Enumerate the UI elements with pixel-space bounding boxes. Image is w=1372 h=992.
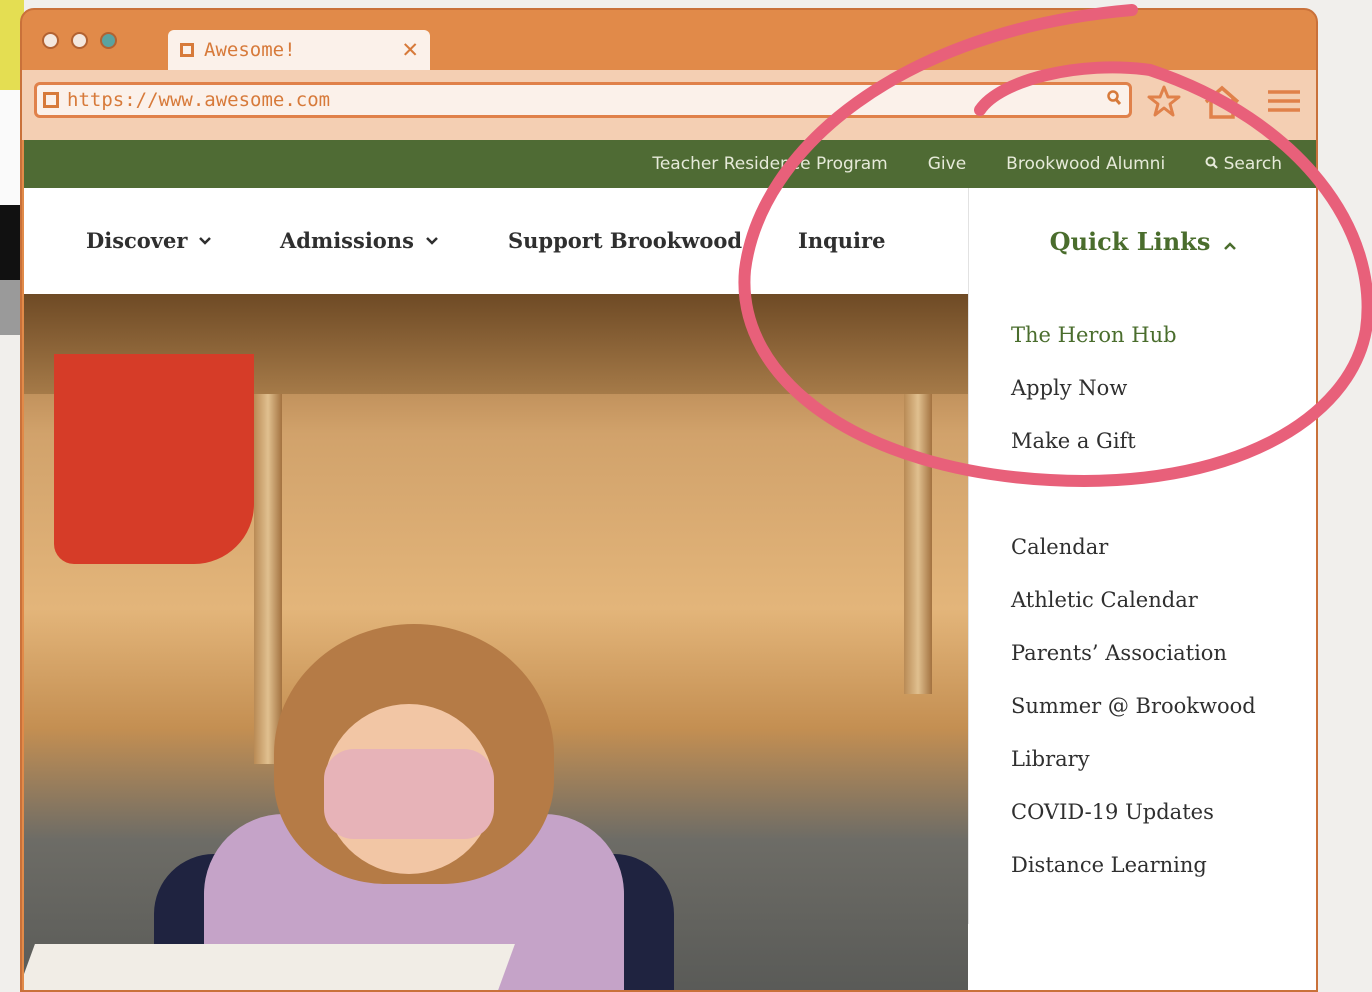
photo-table-leg bbox=[904, 394, 932, 694]
nav-support-label: Support Brookwood bbox=[508, 228, 743, 253]
utility-link-give[interactable]: Give bbox=[928, 154, 966, 174]
photo-table-leg bbox=[254, 394, 282, 764]
address-bar[interactable]: https://www.awesome.com bbox=[34, 82, 1132, 118]
search-label: Search bbox=[1223, 154, 1282, 174]
quick-link-make-a-gift[interactable]: Make a Gift bbox=[969, 426, 1316, 479]
window-close-dot[interactable] bbox=[42, 32, 59, 49]
nav-discover[interactable]: Discover bbox=[86, 228, 212, 253]
search-icon[interactable] bbox=[1107, 90, 1122, 110]
utility-link-teacher-residence[interactable]: Teacher Residence Program bbox=[652, 154, 887, 174]
utility-nav: Teacher Residence Program Give Brookwood… bbox=[24, 140, 1316, 188]
menu-icon[interactable] bbox=[1262, 84, 1302, 124]
home-icon[interactable] bbox=[1202, 84, 1242, 126]
quick-link-hidden[interactable] bbox=[969, 479, 1316, 532]
quick-link-heron-hub[interactable]: The Heron Hub bbox=[969, 320, 1316, 373]
utility-search[interactable]: Search bbox=[1205, 154, 1282, 174]
window-controls bbox=[42, 32, 117, 49]
quick-link-summer[interactable]: Summer @ Brookwood bbox=[969, 691, 1316, 744]
photo-red-cloth bbox=[54, 354, 254, 564]
tab-close-icon[interactable]: ✕ bbox=[402, 34, 418, 64]
web-page: Teacher Residence Program Give Brookwood… bbox=[24, 140, 1316, 990]
tab-title: Awesome! bbox=[204, 39, 296, 61]
photo-book bbox=[24, 944, 515, 990]
nav-discover-label: Discover bbox=[86, 228, 188, 253]
quick-links-toggle[interactable]: Quick Links bbox=[968, 188, 1316, 294]
search-icon bbox=[1205, 154, 1223, 174]
quick-link-distance-learning[interactable]: Distance Learning bbox=[969, 850, 1316, 903]
page-icon bbox=[43, 92, 59, 108]
photo-mask bbox=[324, 749, 494, 839]
quick-link-calendar[interactable]: Calendar bbox=[969, 532, 1316, 585]
quick-link-apply-now[interactable]: Apply Now bbox=[969, 373, 1316, 426]
quick-links-label: Quick Links bbox=[1049, 226, 1211, 256]
browser-window: Awesome! ✕ https://www.awesome.com Teach… bbox=[20, 8, 1318, 992]
main-nav: Discover Admissions Support Brookwood In… bbox=[24, 188, 1316, 295]
tab-page-icon bbox=[180, 43, 194, 57]
quick-link-athletic-calendar[interactable]: Athletic Calendar bbox=[969, 585, 1316, 638]
quick-link-parents-association[interactable]: Parents’ Association bbox=[969, 638, 1316, 691]
nav-support-brookwood[interactable]: Support Brookwood bbox=[508, 228, 742, 253]
hero-photo bbox=[24, 294, 968, 990]
quick-links-menu: The Heron Hub Apply Now Make a Gift Cale… bbox=[968, 294, 1316, 924]
utility-link-alumni[interactable]: Brookwood Alumni bbox=[1006, 154, 1165, 174]
nav-admissions[interactable]: Admissions bbox=[280, 228, 438, 253]
window-minimize-dot[interactable] bbox=[71, 32, 88, 49]
browser-toolbar: https://www.awesome.com bbox=[22, 70, 1316, 140]
star-icon[interactable] bbox=[1146, 84, 1182, 124]
quick-link-covid-updates[interactable]: COVID-19 Updates bbox=[969, 797, 1316, 850]
nav-inquire[interactable]: Inquire bbox=[798, 228, 885, 253]
chevron-down-icon bbox=[199, 233, 212, 249]
nav-inquire-label: Inquire bbox=[798, 228, 886, 253]
nav-admissions-label: Admissions bbox=[280, 228, 414, 253]
browser-tab[interactable]: Awesome! ✕ bbox=[168, 30, 430, 70]
window-maximize-dot[interactable] bbox=[100, 32, 117, 49]
chevron-up-icon bbox=[1224, 227, 1237, 256]
quick-link-library[interactable]: Library bbox=[969, 744, 1316, 797]
address-url: https://www.awesome.com bbox=[67, 89, 331, 111]
chevron-down-icon bbox=[426, 233, 438, 249]
